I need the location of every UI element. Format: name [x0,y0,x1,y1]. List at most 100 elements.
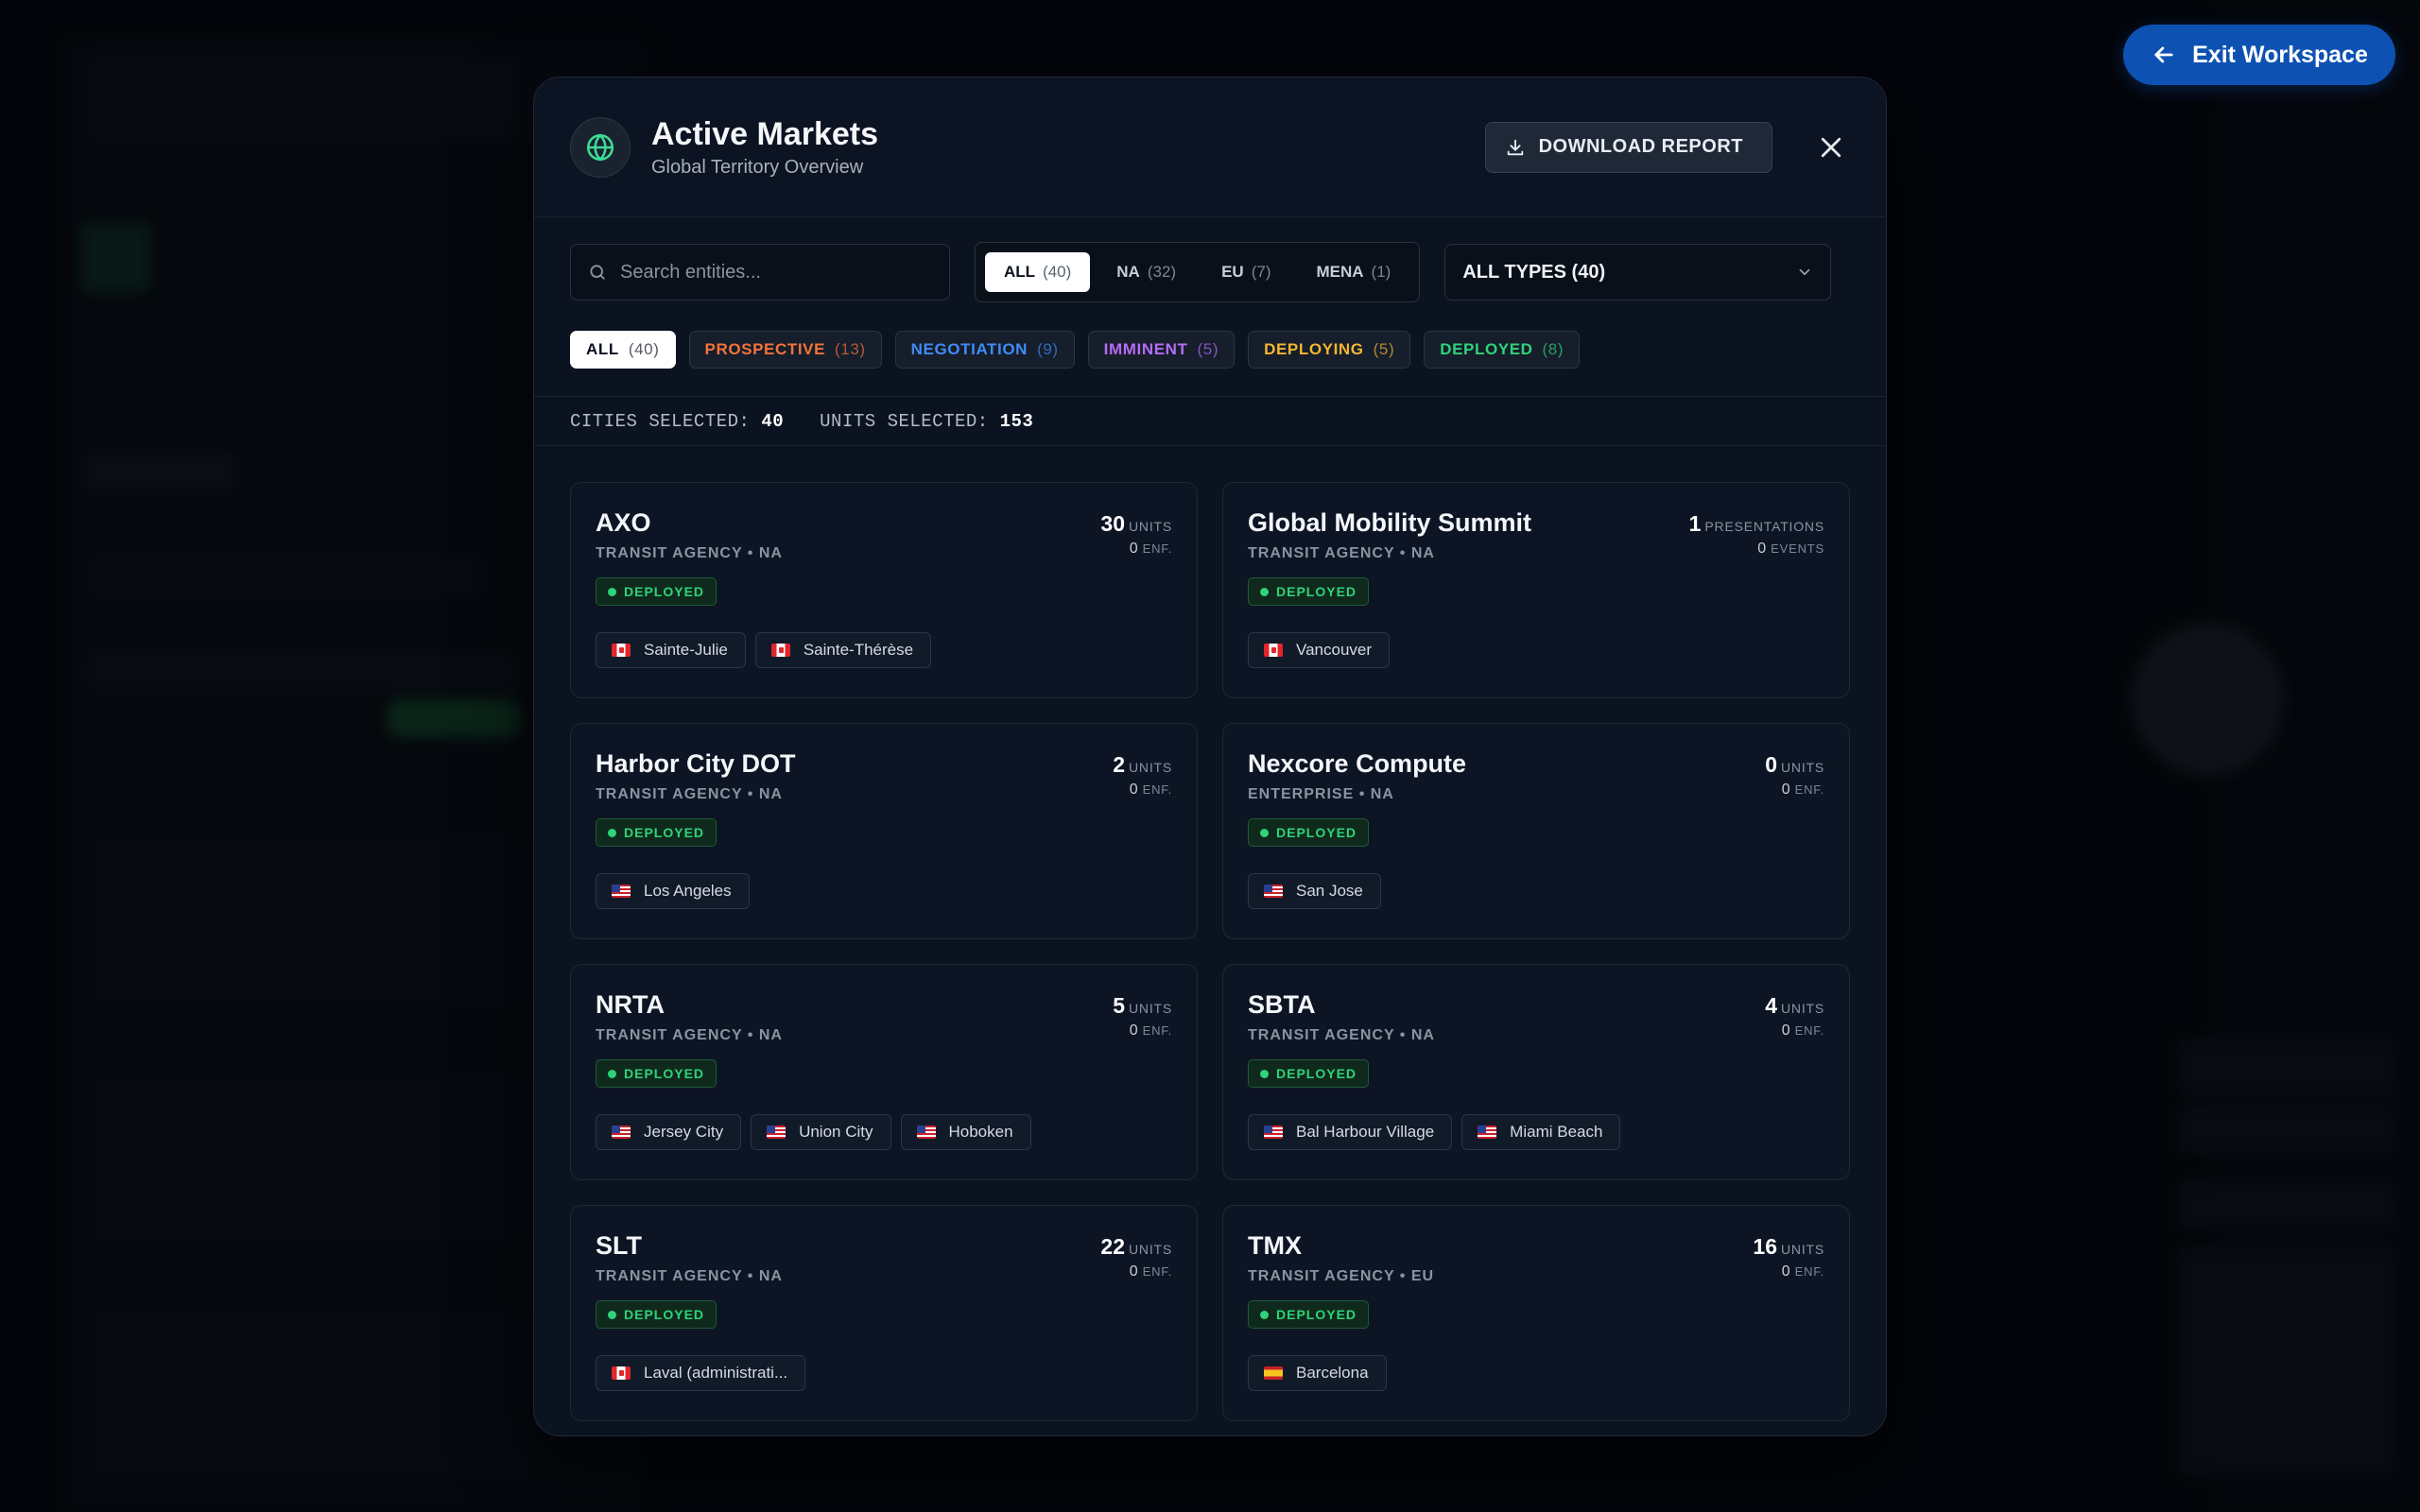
status-badge: DEPLOYED [1248,577,1370,606]
city-name: Sainte-Julie [644,641,728,659]
city-chip[interactable]: Jersey City [596,1114,742,1150]
city-name: Union City [799,1123,873,1141]
market-stats: 22 UNITS 0 ENF. [1100,1234,1172,1280]
city-list: Laval (administrati... [596,1355,1172,1391]
market-secondary-stat: 0 ENF. [1100,1263,1172,1280]
city-name: Miami Beach [1510,1123,1603,1141]
flag-es-icon [1264,1366,1283,1380]
status-filter-count: (13) [835,340,866,358]
market-stats: 5 UNITS 0 ENF. [1113,993,1172,1040]
cities-selected-value: 40 [761,410,785,432]
region-tab-all[interactable]: ALL (40) [985,252,1091,292]
city-chip[interactable]: Bal Harbour Village [1248,1114,1453,1150]
market-secondary-value: 0 [1781,1022,1790,1039]
close-button[interactable] [1812,129,1850,166]
market-secondary-unit: EVENTS [1771,541,1824,556]
status-filter-prospective[interactable]: PROSPECTIVE (13) [688,331,882,369]
market-primary-unit: UNITS [1781,1001,1824,1016]
market-primary-unit: UNITS [1781,760,1824,775]
status-filter-all[interactable]: ALL (40) [570,331,676,369]
market-secondary-stat: 0 ENF. [1753,1263,1824,1280]
city-list: Barcelona [1248,1355,1824,1391]
market-secondary-unit: ENF. [1794,1023,1824,1038]
region-tab-mena[interactable]: MENA (1) [1297,252,1409,292]
flag-us-icon [1264,1125,1283,1139]
close-icon [1821,137,1841,157]
market-card[interactable]: Harbor City DOT TRANSIT AGENCY • NA 2 UNITS… [570,723,1198,939]
market-primary-stat: 22 UNITS [1100,1234,1172,1260]
market-primary-value: 16 [1753,1234,1777,1259]
status-filter-imminent[interactable]: IMMINENT (5) [1087,331,1236,369]
market-secondary-unit: ENF. [1142,782,1172,797]
status-filter-label: IMMINENT [1103,340,1188,358]
search-box[interactable] [570,244,950,301]
market-meta: TRANSIT AGENCY • NA [596,1027,783,1043]
city-chip[interactable]: Miami Beach [1461,1114,1621,1150]
status-badge: DEPLOYED [1248,1300,1370,1329]
city-chip[interactable]: Laval (administrati... [596,1355,806,1391]
exit-workspace-label: Exit Workspace [2192,41,2368,68]
region-tab-count: (7) [1251,263,1271,281]
status-filter-count: (5) [1373,340,1395,358]
market-primary-stat: 16 UNITS [1753,1234,1824,1260]
status-filter-deployed[interactable]: DEPLOYED (8) [1424,331,1581,369]
market-secondary-stat: 0 ENF. [1765,782,1824,799]
market-secondary-value: 0 [1129,541,1138,557]
filter-panel: ALL (40) NA (32) EU (7) MENA (1) ALL TYPES (40)… [534,217,1886,397]
market-name: Harbor City DOT [596,749,796,778]
city-chip[interactable]: Union City [751,1114,891,1150]
status-filter-negotiation[interactable]: NEGOTIATION (9) [894,331,1075,369]
city-name: Los Angeles [644,882,732,900]
market-primary-unit: UNITS [1129,760,1172,775]
market-card[interactable]: Global Mobility Summit TRANSIT AGENCY • N… [1222,482,1850,698]
market-primary-unit: UNITS [1781,1242,1824,1257]
market-card[interactable]: Nexcore Compute ENTERPRISE • NA 0 UNITS 0 ENF… [1222,723,1850,939]
region-tab-label: EU [1221,263,1244,281]
status-filter-count: (9) [1037,340,1059,358]
city-chip[interactable]: Vancouver [1248,632,1391,668]
market-primary-unit: UNITS [1129,1242,1172,1257]
market-card[interactable]: AXO TRANSIT AGENCY • NA 30 UNITS 0 ENF. DEPLOY… [570,482,1198,698]
status-dot-icon [608,587,616,596]
city-list: San Jose [1248,873,1824,909]
city-chip[interactable]: San Jose [1248,873,1381,909]
active-markets-modal: Active Markets Global Territory Overview… [533,77,1887,1436]
region-tab-count: (32) [1147,263,1177,281]
exit-workspace-button[interactable]: Exit Workspace [2123,25,2395,85]
market-primary-value: 30 [1100,511,1125,536]
type-select[interactable]: ALL TYPES (40) [1444,244,1832,301]
status-badge: DEPLOYED [1248,1059,1370,1088]
download-report-button[interactable]: DOWNLOAD REPORT [1484,121,1772,173]
region-tab-label: MENA [1316,263,1364,281]
city-list: Los Angeles [596,873,1172,909]
market-card[interactable]: NRTA TRANSIT AGENCY • NA 5 UNITS 0 ENF. DEPLOY… [570,964,1198,1180]
market-stats: 2 UNITS 0 ENF. [1113,752,1172,799]
market-name: SBTA [1248,990,1316,1019]
search-input[interactable] [620,261,932,284]
region-tab-eu[interactable]: EU (7) [1202,252,1289,292]
city-chip[interactable]: Hoboken [900,1114,1031,1150]
market-name: AXO [596,508,651,537]
flag-ca-icon [612,644,631,657]
status-badge: DEPLOYED [1248,818,1370,847]
market-stats: 1 PRESENTATIONS 0 EVENTS [1689,511,1824,558]
flag-ca-icon [612,1366,631,1380]
modal-title: Active Markets [651,116,879,152]
city-chip[interactable]: Sainte-Thérèse [754,632,932,668]
status-filter-deploying[interactable]: DEPLOYING (5) [1248,331,1411,369]
city-name: Vancouver [1296,641,1373,659]
market-card[interactable]: TMX TRANSIT AGENCY • EU 16 UNITS 0 ENF. DEPLOY… [1222,1205,1850,1421]
city-chip[interactable]: Sainte-Julie [596,632,746,668]
region-tab-na[interactable]: NA (32) [1098,252,1195,292]
city-chip[interactable]: Los Angeles [596,873,750,909]
arrow-left-icon [2154,46,2173,63]
city-chip[interactable]: Barcelona [1248,1355,1387,1391]
region-tab-count: (40) [1043,263,1072,281]
status-dot-icon [1260,828,1269,837]
market-card[interactable]: SBTA TRANSIT AGENCY • NA 4 UNITS 0 ENF. DEPLOY… [1222,964,1850,1180]
market-primary-unit: UNITS [1129,1001,1172,1016]
market-name: NRTA [596,990,665,1019]
market-name: Nexcore Compute [1248,749,1467,778]
market-card[interactable]: SLT TRANSIT AGENCY • NA 22 UNITS 0 ENF. DEPLOY… [570,1205,1198,1421]
modal-subtitle: Global Territory Overview [651,157,864,178]
